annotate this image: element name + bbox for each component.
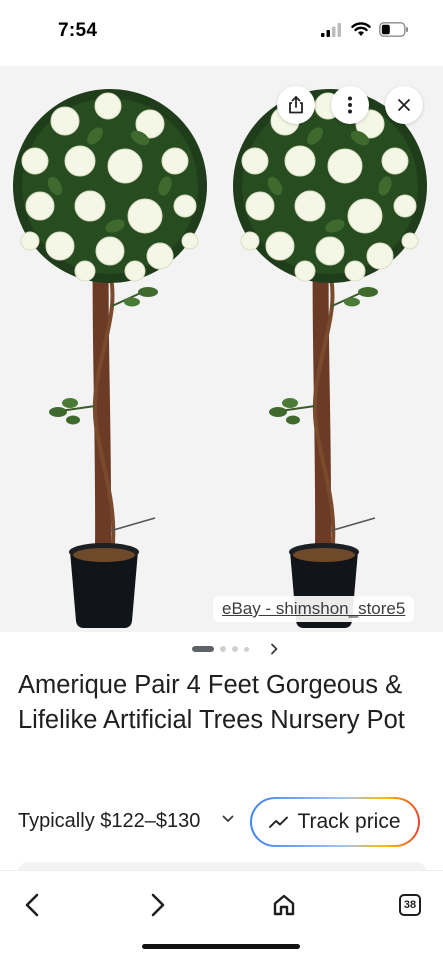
- chevron-right-icon[interactable]: [270, 643, 278, 655]
- pager-dot-active[interactable]: [192, 646, 214, 652]
- close-icon: [398, 99, 410, 111]
- product-photo: [0, 66, 443, 632]
- typical-price[interactable]: Typically $122–$130: [18, 810, 200, 833]
- wifi-icon: [351, 22, 371, 36]
- track-price-button[interactable]: Track price: [250, 797, 420, 847]
- track-price-inner: Track price: [252, 799, 418, 845]
- status-bar: 7:54: [0, 0, 443, 66]
- back-icon: [25, 893, 39, 917]
- tabs-count: 38: [399, 894, 421, 916]
- share-icon: [289, 96, 303, 114]
- product-title: Amerique Pair 4 Feet Gorgeous & Lifelike…: [18, 671, 405, 734]
- forward-icon: [151, 893, 165, 917]
- close-button[interactable]: [385, 86, 423, 124]
- track-price-label: Track price: [297, 810, 401, 833]
- pager-dot[interactable]: [220, 646, 226, 652]
- trending-icon: [269, 816, 289, 828]
- back-button[interactable]: [10, 883, 54, 927]
- home-icon: [273, 894, 295, 916]
- home-indicator: [142, 944, 300, 949]
- status-time: 7:54: [58, 20, 98, 41]
- tabs-button[interactable]: 38: [388, 883, 432, 927]
- chevron-down-icon[interactable]: [222, 815, 234, 823]
- signal-icon: [321, 22, 341, 37]
- source-link[interactable]: eBay - shimshon_store5: [213, 596, 415, 622]
- price-row: Typically $122–$130 Track price: [18, 797, 428, 847]
- more-vert-icon: [348, 96, 352, 114]
- share-button[interactable]: [277, 86, 315, 124]
- home-button[interactable]: [262, 883, 306, 927]
- battery-icon: [379, 22, 408, 37]
- pager-dot[interactable]: [244, 646, 249, 652]
- image-pager[interactable]: [0, 640, 443, 658]
- forward-button[interactable]: [136, 883, 180, 927]
- more-button[interactable]: [331, 86, 369, 124]
- price-range: $122–$130: [100, 810, 201, 832]
- product-image[interactable]: eBay - shimshon_store5: [0, 66, 443, 632]
- status-icons: [321, 22, 409, 37]
- typical-label: Typically: [18, 810, 95, 832]
- pager-dot[interactable]: [232, 646, 238, 652]
